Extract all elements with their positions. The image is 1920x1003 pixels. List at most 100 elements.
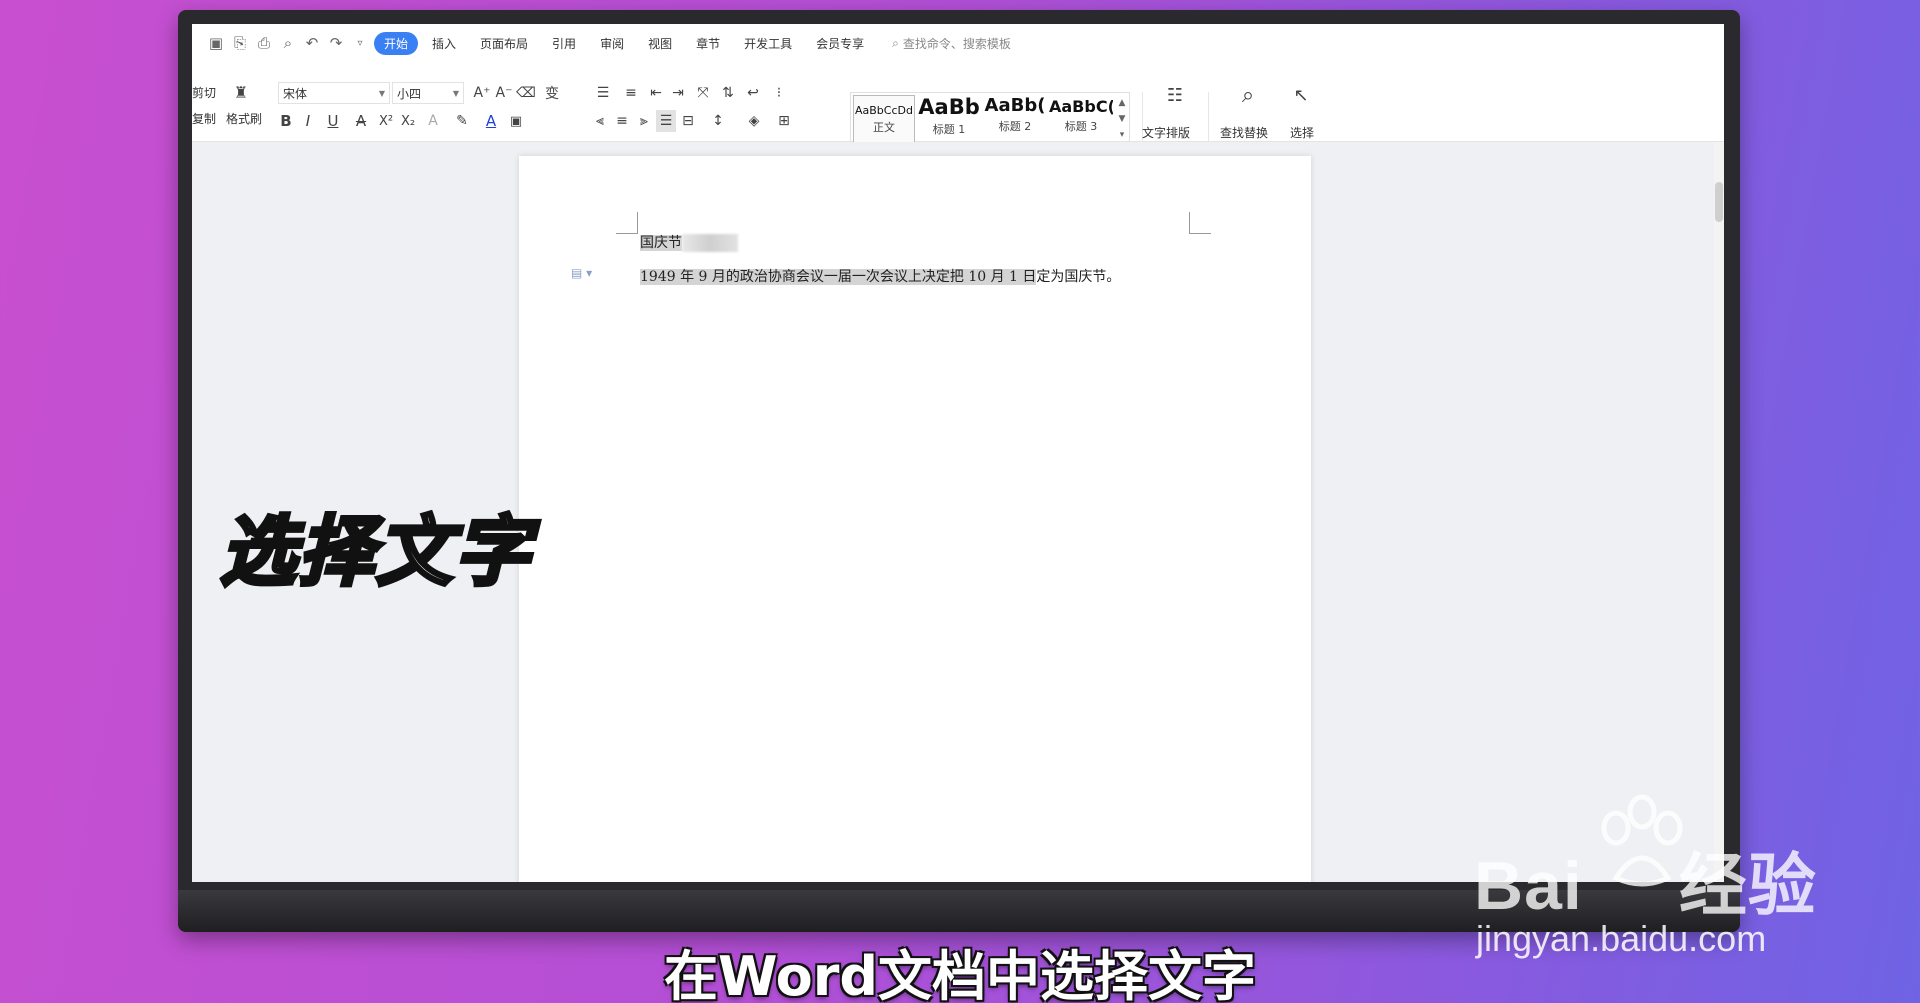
underline-icon[interactable]: U [320,110,346,132]
font-size-select[interactable]: 小四 ▼ [392,82,464,104]
chevron-down-icon: ▼ [378,88,385,98]
save-icon[interactable]: ▣ [206,33,226,53]
unselected-body-text: 定为国庆节。 [1036,269,1121,285]
page-margin-corner [616,212,638,234]
tab-references[interactable]: 引用 [542,32,586,55]
command-search[interactable]: ⌕ 查找命令、搜索模板 [892,35,1011,52]
tutorial-caption: 选择文字 [218,505,532,598]
selected-heading-text: 国庆节 [640,235,682,251]
styles-gallery: AaBbCcDd 正文 AaBb 标题 1 AaBb( 标题 2 AaBbC( … [850,92,1130,148]
export-pdf-icon[interactable]: ⎘ [230,33,250,53]
justify-icon[interactable]: ☰ [656,110,676,132]
print-icon[interactable]: ⎙ [254,33,274,53]
line-spacing-icon[interactable]: ↕ [704,110,732,132]
select-button[interactable]: 选择 [1290,124,1314,141]
style-normal-sample: AaBbCcDd [855,104,913,117]
font-name-select[interactable]: 宋体 ▼ [278,82,390,104]
numbered-list-icon[interactable]: ≡ [618,82,644,104]
style-heading-1-label: 标题 1 [932,123,966,136]
distributed-icon[interactable]: ⊟ [678,110,698,132]
redo-icon[interactable]: ↷ [326,33,346,53]
page-margin-corner [1189,212,1211,234]
baidu-watermark: Bai 经验 [1474,830,1817,929]
tab-view[interactable]: 视图 [638,32,682,55]
text-effect-icon[interactable]: A [420,110,446,132]
search-icon[interactable]: ⌕ [1228,82,1268,108]
chevron-down-icon: ▼ [452,88,459,98]
italic-icon[interactable]: I [298,110,318,132]
style-heading-3[interactable]: AaBbC( 标题 3 [1049,95,1113,145]
copy-button[interactable]: 复制 [192,110,216,127]
redacted-text [682,234,738,252]
tab-page-layout[interactable]: 页面布局 [470,32,538,55]
align-center-icon[interactable]: ≡ [612,110,632,132]
scrollbar-thumb[interactable] [1715,182,1723,222]
undo-icon[interactable]: ↶ [302,33,322,53]
format-painter-icon[interactable]: ♜ [230,80,252,104]
paragraph-handle-icon[interactable]: ▤ ▾ [571,266,592,280]
borders-icon[interactable]: ⊞ [770,110,798,132]
tab-insert[interactable]: 插入 [422,32,466,55]
style-normal[interactable]: AaBbCcDd 正文 [853,95,915,145]
text-layout-icon[interactable]: ☷ [1155,82,1195,108]
align-right-icon[interactable]: ⫸ [634,110,654,132]
bold-icon[interactable]: B [276,110,296,132]
style-heading-2[interactable]: AaBb( 标题 2 [983,95,1047,145]
style-normal-label: 正文 [873,121,895,134]
tab-developer[interactable]: 开发工具 [734,32,802,55]
cut-button[interactable]: 剪切 [192,84,216,101]
menu-tab-bar: ▣ ⎘ ⎙ ⌕ ↶ ↷ ▿ 开始 插入 页面布局 引用 审阅 视图 章节 开发工… [192,24,1724,62]
ribbon-divider [1208,92,1209,148]
print-preview-icon[interactable]: ⌕ [278,33,298,53]
chinese-layout-icon[interactable]: ⤧ [690,82,716,104]
selected-body-text: 1949 年 9 月的政治协商会议一届一次会议上决定把 10 月 1 日 [640,269,1037,285]
expand-icon: ▾ [1119,130,1125,140]
style-heading-2-sample: AaBb( [984,95,1046,116]
style-heading-2-label: 标题 2 [998,120,1032,133]
decrease-indent-icon[interactable]: ⇤ [646,82,666,104]
bullet-list-icon[interactable]: ☰ [590,82,616,104]
chevron-down-icon: ▼ [1118,114,1126,124]
font-size-value: 小四 [397,86,422,101]
show-marks-icon[interactable]: ⁝ [768,82,790,104]
format-painter-button[interactable]: 格式刷 [226,110,262,127]
highlight-icon[interactable]: ✎ [448,110,476,132]
text-layout-button[interactable]: 文字排版 [1142,124,1190,141]
style-heading-1[interactable]: AaBb 标题 1 [917,95,981,145]
document-page[interactable]: ▤ ▾ 国庆节 1949 年 9 月的政治协商会议一届一次会议上决定把 10 月… [519,156,1311,882]
sort-icon[interactable]: ⇅ [718,82,738,104]
align-left-icon[interactable]: ⫷ [590,110,610,132]
style-heading-3-sample: AaBbC( [1049,97,1113,116]
subscript-icon[interactable]: X₂ [398,110,418,132]
chevron-up-icon: ▲ [1118,98,1126,108]
ribbon-home: 剪切 复制 ♜ 格式刷 宋体 ▼ 小四 ▼ A⁺ A⁻ ⌫ 变 B I U A … [192,62,1724,148]
document-body-line[interactable]: 1949 年 9 月的政治协商会议一届一次会议上决定把 10 月 1 日定为国庆… [640,266,1120,286]
customize-quick-access-icon[interactable]: ▿ [350,33,370,53]
document-heading-line[interactable]: 国庆节 [640,232,738,252]
video-subtitle: 在Word文档中选择文字 [663,945,1257,1003]
clear-format-icon[interactable]: ⌫ [516,82,536,104]
superscript-icon[interactable]: X² [376,110,396,132]
cursor-arrow-icon[interactable]: ↖ [1286,82,1316,108]
tab-review[interactable]: 审阅 [590,32,634,55]
font-name-value: 宋体 [283,86,308,101]
tab-start[interactable]: 开始 [374,31,419,55]
find-replace-button[interactable]: 查找替换 [1220,124,1268,141]
grow-font-icon[interactable]: A⁺ [472,82,492,104]
text-direction-icon[interactable]: ↩ [740,82,766,104]
search-placeholder: 查找命令、搜索模板 [902,36,1011,51]
vertical-scrollbar[interactable] [1714,142,1724,882]
wps-writer-window: ▣ ⎘ ⎙ ⌕ ↶ ↷ ▿ 开始 插入 页面布局 引用 审阅 视图 章节 开发工… [192,24,1724,882]
tab-section[interactable]: 章节 [686,32,730,55]
strikethrough-icon[interactable]: A [348,110,374,132]
styles-scroll[interactable]: ▲ ▼ ▾ [1115,95,1129,145]
shrink-font-icon[interactable]: A⁻ [494,82,514,104]
watermark-brand-rest: 经验 [1678,848,1817,924]
shading-icon[interactable]: ◈ [740,110,768,132]
char-border-icon[interactable]: ▣ [506,110,526,132]
increase-indent-icon[interactable]: ⇥ [668,82,688,104]
tab-member[interactable]: 会员专享 [806,32,874,55]
font-color-icon[interactable]: A [478,110,504,132]
phonetic-guide-icon[interactable]: 变 [538,82,566,104]
style-heading-3-label: 标题 3 [1064,120,1098,133]
